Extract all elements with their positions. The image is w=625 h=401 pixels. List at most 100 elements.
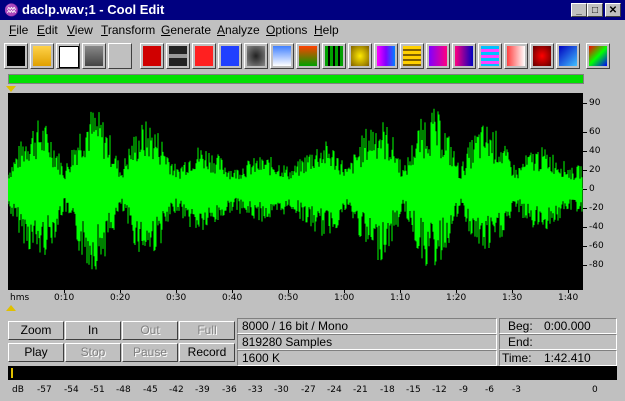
start-marker-bottom[interactable]: [6, 305, 16, 311]
filter-button[interactable]: [400, 43, 424, 69]
no-noise-button[interactable]: [530, 43, 554, 69]
y-tick: [583, 265, 587, 267]
time-label: 0:30: [166, 293, 187, 303]
edit-view-button[interactable]: [4, 43, 28, 69]
meter-label: -42: [169, 385, 184, 395]
time-tick: [400, 290, 401, 293]
music-note-button[interactable]: [218, 43, 242, 69]
close-button[interactable]: ✕: [605, 3, 621, 17]
frequency-analysis-icon: [507, 46, 525, 66]
y-tick: [583, 131, 587, 133]
meter-label: -57: [37, 385, 52, 395]
meter-label: -15: [406, 385, 421, 395]
play-button[interactable]: Play: [8, 343, 64, 362]
maximize-button[interactable]: □: [587, 3, 603, 17]
minimize-button[interactable]: _: [571, 3, 587, 17]
y-label: -40: [589, 222, 604, 233]
size-info: 1600 K: [237, 350, 497, 366]
pause-button[interactable]: Pause: [122, 343, 178, 362]
reverse-icon: [195, 46, 213, 66]
y-label: 40: [589, 145, 601, 156]
edit-view-icon: [7, 46, 25, 66]
end-panel: End:: [499, 334, 617, 350]
spectrum-button[interactable]: [426, 43, 450, 69]
reverse-button[interactable]: [192, 43, 216, 69]
menu-edit[interactable]: Edit: [37, 23, 58, 37]
menu-analyze[interactable]: Analyze: [217, 23, 260, 37]
rewind-icon: [143, 46, 161, 66]
timer-button[interactable]: [348, 43, 372, 69]
zoom-button[interactable]: Zoom: [8, 321, 64, 340]
spectrum-icon: [429, 46, 447, 66]
save-icon: [59, 46, 79, 68]
record-setup-icon: [85, 46, 103, 66]
time-tick: [176, 290, 177, 293]
time-tick: [512, 290, 513, 293]
menu-generate[interactable]: Generate: [161, 23, 211, 37]
level-meter: [8, 366, 617, 380]
time-label: 1:30: [502, 293, 523, 303]
menu-bar: File Edit View Transform Generate Analyz…: [0, 20, 625, 39]
noise-button[interactable]: [244, 43, 268, 69]
overview-bar[interactable]: [8, 74, 584, 84]
meter-label: -45: [143, 385, 158, 395]
menu-file[interactable]: File: [9, 23, 28, 37]
meter-label: dB: [12, 385, 24, 395]
toolbar: [4, 43, 621, 71]
envelope-button[interactable]: [270, 43, 294, 69]
spectrum-view-button[interactable]: [452, 43, 476, 69]
time-tick: [568, 290, 569, 293]
zoom-in-button[interactable]: In: [65, 321, 121, 340]
meter-peak: [11, 368, 13, 378]
menu-view[interactable]: View: [67, 23, 93, 37]
time-label: 1:00: [334, 293, 355, 303]
time-tick: [288, 290, 289, 293]
time-tick: [64, 290, 65, 293]
save-button[interactable]: [56, 43, 80, 69]
meter-label: -33: [248, 385, 263, 395]
time-panel: Time: 1:42.410: [499, 350, 617, 366]
meter-label: -39: [195, 385, 210, 395]
record-button[interactable]: Record: [179, 343, 235, 362]
color-button[interactable]: [586, 43, 610, 69]
amplify-icon: [299, 46, 317, 66]
headphones-icon: [111, 46, 129, 66]
zoom-full-button[interactable]: Full: [179, 321, 235, 340]
time-label: 0:20: [110, 293, 131, 303]
menu-help[interactable]: Help: [314, 23, 339, 37]
meter-label: -12: [432, 385, 447, 395]
open-icon: [33, 46, 51, 66]
sea-wave-button[interactable]: [556, 43, 580, 69]
y-label: -20: [589, 203, 604, 214]
music-note-icon: [221, 46, 239, 66]
frequency-analysis-button[interactable]: [504, 43, 528, 69]
silence-icon: [169, 46, 187, 66]
delay-button[interactable]: [322, 43, 346, 69]
echo-button[interactable]: [374, 43, 398, 69]
stop-button[interactable]: Stop: [65, 343, 121, 362]
y-tick: [583, 208, 587, 210]
amplify-button[interactable]: [296, 43, 320, 69]
menu-options[interactable]: Options: [266, 23, 307, 37]
time-ruler: hms 0:10 0:20 0:30 0:40 0:50 1:00 1:10 1:20 1:30 1…: [8, 289, 583, 306]
zoom-out-button[interactable]: Out: [122, 321, 178, 340]
time-label: 1:20: [446, 293, 467, 303]
headphones-button[interactable]: [108, 43, 132, 69]
meter-scale: dB -57 -54 -51 -48 -45 -42 -39 -36 -33 -30 -27 -24 -2…: [8, 383, 617, 399]
waves-button[interactable]: [478, 43, 502, 69]
record-setup-button[interactable]: [82, 43, 106, 69]
time-label: Time:: [502, 351, 532, 365]
meter-label: -21: [353, 385, 368, 395]
open-button[interactable]: [30, 43, 54, 69]
time-label: 1:40: [558, 293, 579, 303]
waveform-display[interactable]: [7, 93, 583, 289]
meter-label: 0: [592, 385, 598, 395]
color-icon: [589, 46, 607, 66]
rewind-button[interactable]: [140, 43, 164, 69]
silence-button[interactable]: [166, 43, 190, 69]
start-marker-top[interactable]: [6, 86, 16, 92]
window-title: daclp.wav;1 - Cool Edit: [22, 2, 165, 17]
menu-transform[interactable]: Transform: [101, 23, 155, 37]
meter-label: -54: [64, 385, 79, 395]
y-label: -60: [589, 241, 604, 252]
